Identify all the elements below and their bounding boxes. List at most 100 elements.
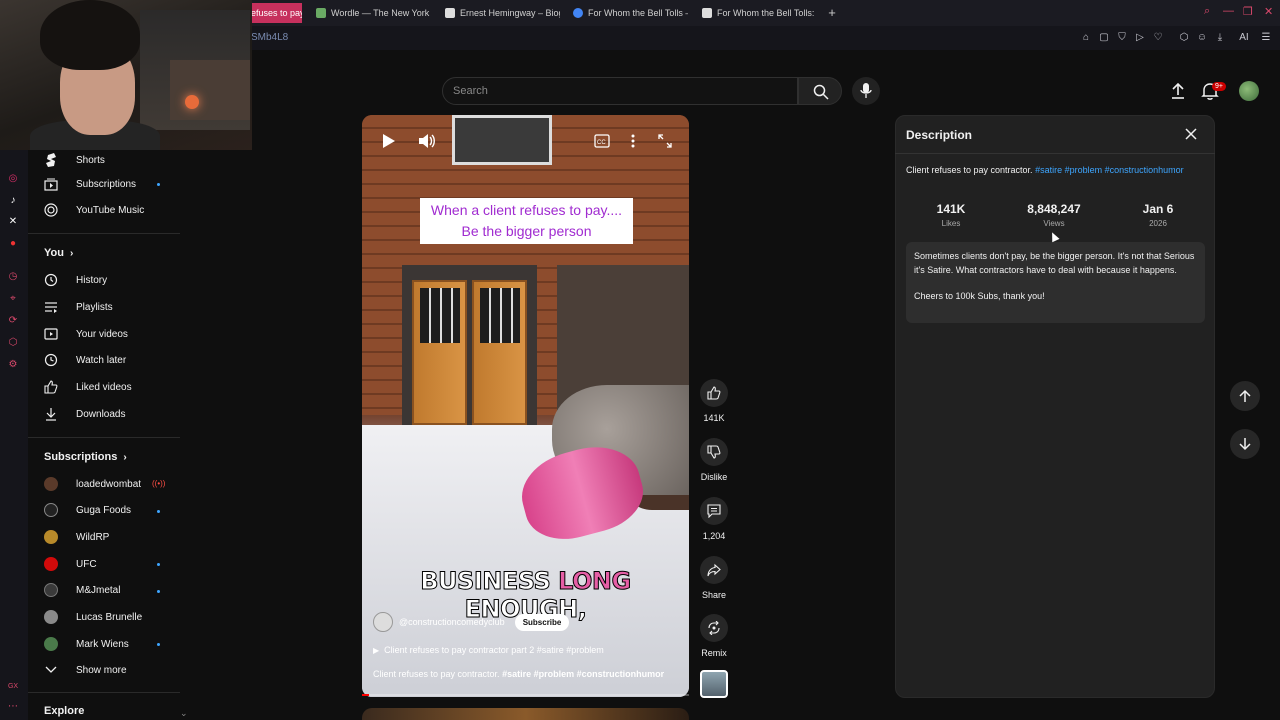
sidebar-you-heading[interactable]: You › bbox=[44, 247, 73, 259]
download-icon[interactable]: ⤓ bbox=[1214, 32, 1226, 44]
sidebar-channel-lucas-brunelle[interactable]: Lucas Brunelle bbox=[44, 607, 142, 627]
sidebar-show-more[interactable]: Show more bbox=[44, 660, 127, 680]
video-progress-bar[interactable] bbox=[362, 694, 689, 696]
close-window-icon[interactable]: ✕ bbox=[1264, 5, 1273, 18]
panel-cube-icon[interactable]: ⬡ bbox=[6, 336, 20, 350]
panel-settings-icon[interactable]: ⚙ bbox=[6, 358, 20, 372]
search-icon bbox=[813, 84, 829, 100]
play-button[interactable] bbox=[382, 133, 396, 152]
wordle-favicon-icon bbox=[316, 8, 326, 18]
new-tab-button[interactable]: + bbox=[825, 6, 839, 20]
panel-pin-icon[interactable]: ⌖ bbox=[6, 292, 20, 306]
related-video-link[interactable]: ▶ Client refuses to pay contractor part 2… bbox=[373, 645, 604, 655]
chevron-right-icon: › bbox=[69, 247, 74, 259]
live-indicator-icon: ((•)) bbox=[152, 479, 166, 488]
menu-icon[interactable]: ☰ bbox=[1260, 32, 1272, 44]
browser-tab-hemingway[interactable]: Ernest Hemingway – Biogr bbox=[445, 3, 560, 23]
search-button[interactable] bbox=[798, 77, 842, 105]
related-video-text: Client refuses to pay contractor part 2 … bbox=[384, 645, 604, 655]
sidebar-item-history[interactable]: History bbox=[44, 270, 107, 290]
bookmark-icon[interactable]: ⌂ bbox=[1080, 32, 1092, 44]
like-button[interactable]: 141K bbox=[700, 379, 728, 423]
sidebar-channel-wildrp[interactable]: WildRP bbox=[44, 527, 109, 547]
browser-tab-google[interactable]: For Whom the Bell Tolls – bbox=[573, 3, 688, 23]
next-short-button[interactable] bbox=[1230, 429, 1260, 459]
sidebar-channel-ufc[interactable]: UFC bbox=[44, 554, 97, 574]
sidebar-channel-mjmetal[interactable]: M&Jmetal bbox=[44, 580, 120, 600]
description-divider bbox=[895, 153, 1215, 154]
channel-avatar[interactable] bbox=[373, 612, 393, 632]
x-icon[interactable]: ✕ bbox=[6, 215, 20, 229]
description-body: Sometimes clients don't pay, be the bigg… bbox=[906, 242, 1205, 323]
search-input[interactable] bbox=[442, 77, 798, 105]
sidebar-channel-loadedwombat[interactable]: loadedwombat bbox=[44, 474, 141, 494]
sidebar-item-your-videos[interactable]: Your videos bbox=[44, 324, 128, 344]
dislike-button[interactable]: Dislike bbox=[700, 438, 728, 482]
minimize-icon[interactable]: — bbox=[1223, 5, 1234, 17]
extensions-icon[interactable]: ⬡ bbox=[1178, 32, 1190, 44]
subscriptions-icon bbox=[44, 177, 58, 191]
comments-button[interactable]: 1,204 bbox=[700, 497, 728, 541]
summary-hashtags[interactable]: #satire #problem #constructionhumor bbox=[1035, 165, 1184, 175]
sidebar-item-subscriptions[interactable]: Subscriptions bbox=[44, 174, 136, 194]
stat-value: 8,848,247 bbox=[1027, 202, 1081, 216]
remix-button[interactable]: Remix bbox=[700, 614, 728, 658]
captions-button[interactable]: CC bbox=[594, 134, 610, 151]
sidebar-item-label: Playlists bbox=[76, 301, 113, 313]
close-description-button[interactable] bbox=[1184, 127, 1198, 141]
sidebar-channel-mark-wiens[interactable]: Mark Wiens bbox=[44, 634, 129, 654]
video-title[interactable]: Client refuses to pay contractor. #satir… bbox=[373, 669, 664, 679]
next-video-preview[interactable] bbox=[362, 708, 689, 720]
sidebar-item-youtube-music[interactable]: YouTube Music bbox=[44, 200, 144, 220]
sidebar-divider bbox=[28, 692, 180, 693]
sidebar-item-watch-later[interactable]: Watch later bbox=[44, 350, 126, 370]
volume-icon bbox=[419, 134, 435, 148]
browser-tab-active[interactable]: efuses to pay bbox=[247, 3, 302, 23]
audio-thumbnail[interactable] bbox=[700, 670, 728, 698]
webcam-overlay bbox=[0, 0, 252, 150]
subscribe-button[interactable]: Subscribe bbox=[514, 613, 570, 631]
sidebar-channel-guga-foods[interactable]: Guga Foods bbox=[44, 500, 131, 520]
panel-clock-icon[interactable]: ◷ bbox=[6, 270, 20, 284]
sidebar-item-downloads[interactable]: Downloads bbox=[44, 404, 125, 424]
chevron-down-icon bbox=[44, 663, 58, 677]
previous-short-button[interactable] bbox=[1230, 381, 1260, 411]
panel-more-icon[interactable]: ⋯ bbox=[6, 700, 20, 714]
sidebar-item-liked-videos[interactable]: Liked videos bbox=[44, 377, 132, 397]
sidebar-explore-heading[interactable]: Explore bbox=[44, 705, 84, 717]
sidebar-subscriptions-heading[interactable]: Subscriptions › bbox=[44, 451, 127, 463]
record-icon[interactable]: ● bbox=[6, 237, 20, 251]
panel-history-icon[interactable]: ⟳ bbox=[6, 314, 20, 328]
voice-search-button[interactable] bbox=[852, 77, 880, 105]
browser-tab-wordle[interactable]: Wordle — The New York T bbox=[316, 3, 431, 23]
profile-icon[interactable]: ☺ bbox=[1196, 32, 1208, 44]
shield-icon[interactable]: ⛉ bbox=[1116, 32, 1128, 44]
sidebar-item-playlists[interactable]: Playlists bbox=[44, 297, 113, 317]
shorts-icon bbox=[44, 153, 58, 167]
new-content-dot bbox=[157, 510, 160, 513]
your-videos-icon bbox=[44, 327, 58, 341]
arrow-up-icon bbox=[1239, 389, 1251, 402]
create-upload-button[interactable] bbox=[1168, 81, 1190, 103]
browser-tab-bell-tolls[interactable]: For Whom the Bell Tolls: H bbox=[702, 3, 817, 23]
video-title-hashtags[interactable]: #satire #problem #constructionhumor bbox=[502, 669, 664, 679]
play-extension-icon[interactable]: ▷ bbox=[1134, 32, 1146, 44]
instagram-icon[interactable]: ◎ bbox=[6, 172, 20, 186]
sidebar-item-shorts[interactable]: Shorts bbox=[44, 150, 105, 170]
scroll-down-icon[interactable]: ⌄ bbox=[180, 708, 188, 719]
search-tabs-icon[interactable]: ⌕ bbox=[1204, 5, 1210, 18]
account-avatar[interactable] bbox=[1239, 81, 1259, 101]
fullscreen-button[interactable] bbox=[658, 134, 672, 151]
screenshot-icon[interactable]: ▢ bbox=[1098, 32, 1110, 44]
ai-button[interactable]: AI bbox=[1234, 32, 1254, 44]
url-text[interactable]: SMb4L8 bbox=[251, 32, 288, 43]
volume-button[interactable] bbox=[418, 133, 436, 152]
arrow-down-icon bbox=[1239, 438, 1251, 451]
share-button[interactable]: Share bbox=[700, 556, 728, 600]
more-options-button[interactable] bbox=[630, 133, 636, 152]
maximize-icon[interactable]: ❐ bbox=[1243, 5, 1253, 18]
channel-handle[interactable]: @constructioncomedyclub bbox=[399, 617, 505, 627]
search-placeholder: Search bbox=[453, 85, 488, 97]
tiktok-icon[interactable]: ♪ bbox=[6, 194, 20, 208]
heart-icon[interactable]: ♡ bbox=[1152, 32, 1164, 44]
